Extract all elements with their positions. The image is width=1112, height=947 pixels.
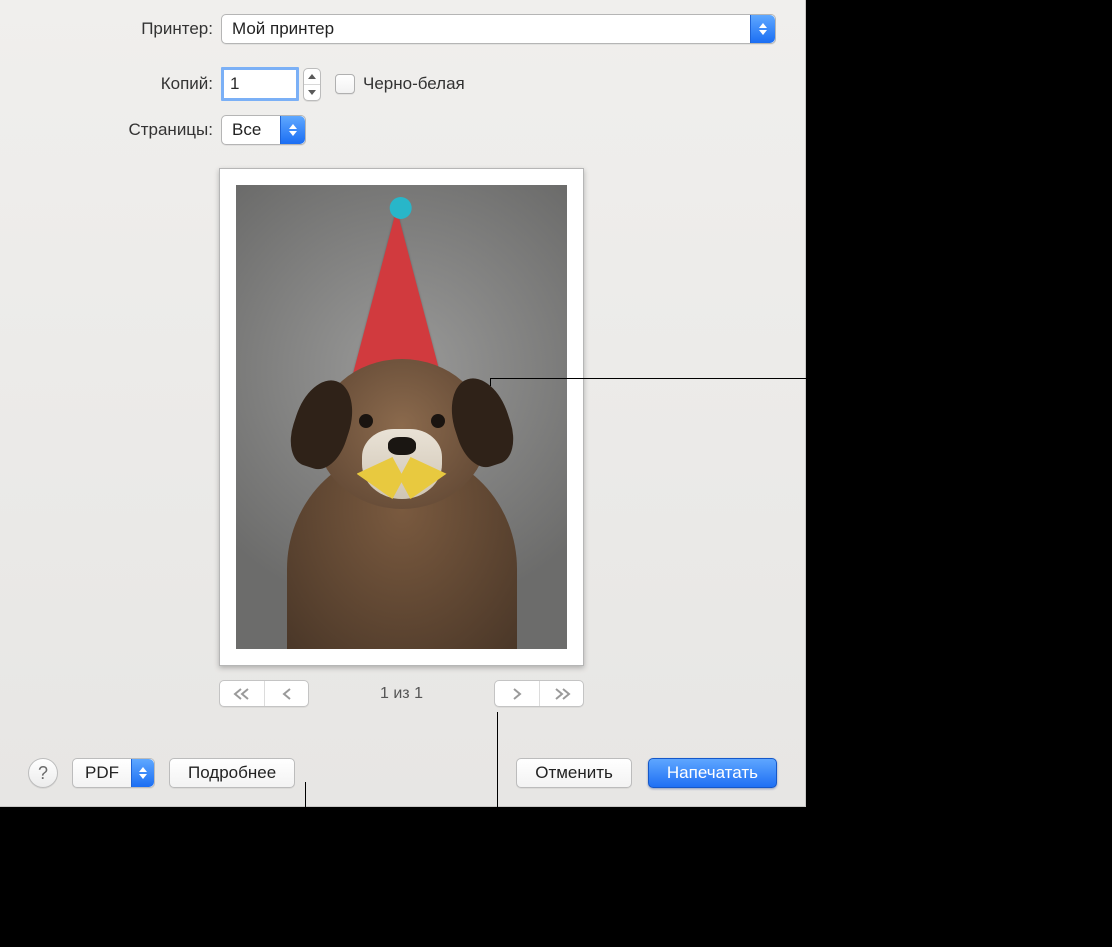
pager-back-group	[219, 680, 309, 707]
first-page-button[interactable]	[220, 681, 264, 706]
party-hat-icon	[351, 209, 441, 379]
print-preview	[219, 168, 584, 666]
bw-checkbox[interactable]	[335, 74, 355, 94]
pages-label: Страницы:	[0, 120, 221, 140]
callout-line	[497, 712, 498, 892]
copies-label: Копий:	[0, 74, 221, 94]
dog-head	[317, 359, 487, 509]
pdf-label: PDF	[73, 763, 131, 783]
help-icon: ?	[38, 763, 48, 784]
copies-stepper[interactable]	[303, 68, 321, 101]
next-page-button[interactable]	[495, 681, 539, 706]
pompom-icon	[389, 197, 411, 219]
printer-label: Принтер:	[0, 19, 221, 39]
print-dialog: Принтер: Мой принтер Копий: Черно-белая …	[0, 0, 806, 807]
pages-value: Все	[222, 120, 271, 140]
printer-value: Мой принтер	[222, 19, 344, 39]
print-button[interactable]: Напечатать	[648, 758, 777, 788]
pdf-menu-button[interactable]: PDF	[72, 758, 155, 788]
dialog-footer: ? PDF Подробнее Отменить Напечатать	[0, 758, 805, 788]
help-button[interactable]: ?	[28, 758, 58, 788]
bw-label: Черно-белая	[363, 74, 465, 94]
pager-fwd-group	[494, 680, 584, 707]
chevron-up-icon	[308, 74, 316, 79]
callout-line	[490, 378, 491, 386]
preview-image	[236, 185, 567, 649]
last-page-button[interactable]	[539, 681, 583, 706]
callout-line	[490, 378, 1110, 379]
pages-select[interactable]: Все	[221, 115, 306, 145]
callout-line	[305, 782, 306, 892]
prev-page-button[interactable]	[264, 681, 308, 706]
page-status: 1 из 1	[309, 685, 494, 703]
stepper-down[interactable]	[304, 84, 320, 100]
copies-input[interactable]	[221, 67, 299, 101]
cancel-button[interactable]: Отменить	[516, 758, 632, 788]
details-button[interactable]: Подробнее	[169, 758, 295, 788]
printer-select[interactable]: Мой принтер	[221, 14, 776, 44]
printer-row: Принтер: Мой принтер	[0, 14, 805, 44]
chevron-double-right-icon	[553, 688, 571, 700]
updown-arrows-icon	[750, 15, 775, 43]
chevron-down-icon	[308, 90, 316, 95]
updown-arrows-icon	[131, 759, 154, 787]
preview-pager: 1 из 1	[219, 680, 584, 707]
pages-row: Страницы: Все	[0, 115, 805, 145]
updown-arrows-icon	[280, 116, 305, 144]
copies-row: Копий: Черно-белая	[0, 67, 805, 101]
chevron-right-icon	[508, 688, 526, 700]
chevron-left-icon	[278, 688, 296, 700]
stepper-up[interactable]	[304, 69, 320, 84]
chevron-double-left-icon	[233, 688, 251, 700]
